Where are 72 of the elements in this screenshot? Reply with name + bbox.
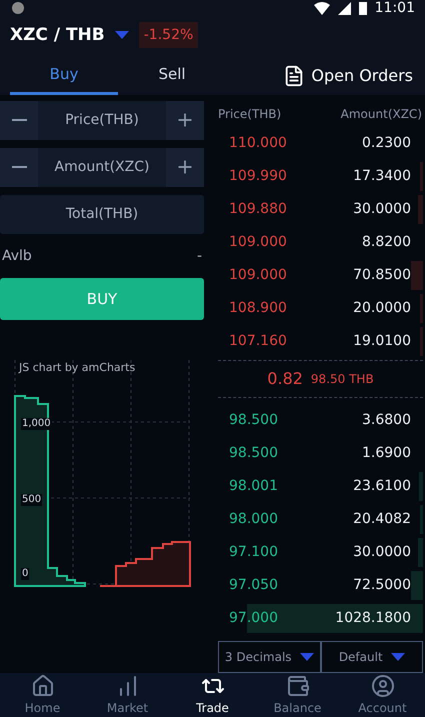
axis-label: 500	[21, 494, 42, 506]
user-icon	[370, 674, 394, 698]
signal-icon	[338, 2, 351, 14]
depth-bar	[410, 260, 423, 290]
wallet-icon	[286, 674, 310, 698]
total-input[interactable]: Total(THB)	[0, 194, 204, 234]
document-icon	[283, 64, 306, 87]
bid-price: 98.500	[229, 445, 278, 462]
available-value: -	[196, 248, 202, 264]
column-header: Price(THB)	[218, 106, 282, 121]
depth-bar	[410, 570, 423, 600]
depth-bar	[420, 294, 423, 323]
ask-price: 109.000	[229, 267, 287, 284]
home-icon	[30, 674, 54, 698]
ask-price: 109.000	[229, 234, 287, 250]
ask-price: 110.000	[229, 135, 287, 152]
status-time: 11:01	[374, 0, 415, 16]
last-price: 98.50 THB	[310, 372, 374, 386]
ask-price: 109.990	[229, 168, 287, 184]
depth-bar	[418, 538, 423, 567]
nav-item[interactable]: Home	[0, 672, 85, 717]
bid-amount: 20.4082	[353, 511, 411, 528]
axis-label: 0	[21, 568, 30, 580]
depth-bar	[418, 194, 423, 224]
minus-icon	[12, 119, 26, 122]
ask-amount: 0.2300	[362, 135, 411, 152]
bid-amount: 1.6900	[362, 445, 411, 462]
bid-price: 97.050	[229, 577, 278, 594]
bid-price: 98.500	[229, 412, 278, 428]
pair-title[interactable]: XZC / THB	[10, 24, 105, 45]
chart-credit: JS chart by amCharts	[19, 360, 136, 374]
camera-icon	[12, 2, 24, 14]
ask-amount: 30.0000	[353, 201, 411, 218]
change-badge: -1.52%	[138, 22, 198, 48]
axis-label: 1,000	[21, 418, 52, 430]
bid-amount: 30.0000	[353, 544, 411, 560]
ask-amount: 20.0000	[353, 300, 411, 316]
last-change: 0.82	[267, 369, 303, 388]
bid-price: 97.100	[229, 544, 278, 560]
bid-amount: 3.6800	[362, 412, 411, 428]
nav-item[interactable]: Balance	[255, 672, 340, 717]
nav-item[interactable]: Account	[340, 672, 425, 717]
wifi-icon	[314, 2, 330, 14]
increase-button[interactable]	[166, 100, 204, 140]
bid-price: 98.000	[229, 511, 278, 528]
open-orders-button[interactable]: Open Orders	[283, 57, 425, 95]
available-label: Avlb	[2, 248, 32, 264]
bid-price: 97.000	[229, 610, 278, 626]
bid-amount: 23.6100	[353, 478, 411, 494]
depth-bar	[420, 326, 423, 356]
nav-item[interactable]: Market	[85, 672, 170, 717]
dropdown-caret-icon[interactable]	[114, 30, 129, 39]
bid-price: 98.001	[229, 478, 278, 494]
ask-price: 108.900	[229, 300, 287, 316]
ask-amount: 70.8500	[353, 267, 411, 284]
ask-price: 109.880	[229, 201, 287, 218]
ask-amount: 19.0100	[353, 333, 411, 350]
increase-button[interactable]	[166, 148, 204, 187]
depth-bar	[420, 162, 423, 191]
price-field[interactable]: Price(THB)	[0, 100, 204, 140]
ask-price: 107.160	[229, 333, 287, 350]
ask-amount: 17.3400	[353, 168, 411, 184]
minus-icon	[12, 166, 26, 168]
bid-amount: 72.5000	[353, 577, 411, 594]
battery-icon	[358, 1, 367, 15]
nav-item[interactable]: Trade	[170, 672, 255, 717]
tab[interactable]: Sell	[118, 57, 226, 95]
bid-amount: 1028.1800	[335, 610, 411, 626]
depth-bar	[418, 472, 423, 501]
column-header: Amount(XZC)	[340, 106, 422, 121]
ask-amount: 8.8200	[362, 234, 411, 250]
amount-field[interactable]: Amount(XZC)	[0, 148, 204, 187]
